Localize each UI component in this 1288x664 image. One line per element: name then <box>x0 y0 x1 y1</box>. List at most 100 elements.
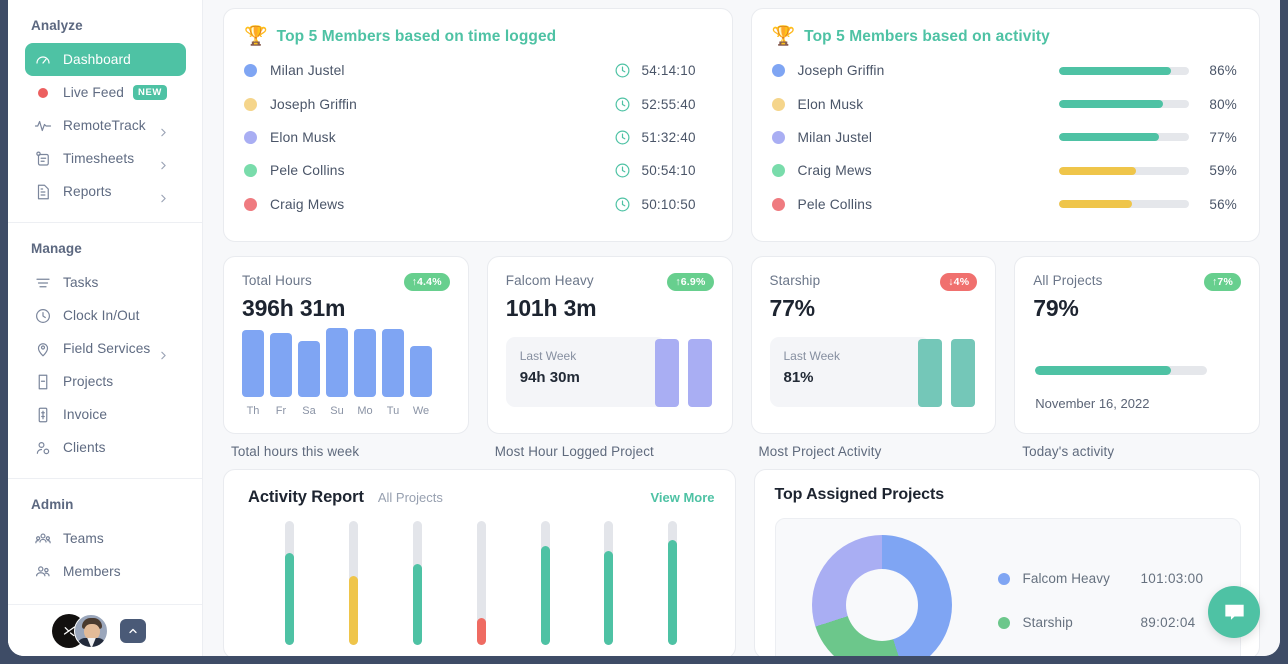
sidebar-item-label: Clock In/Out <box>63 308 140 323</box>
member-activity-list: Joseph Griffin86%Elon Musk80%Milan Juste… <box>772 54 1238 221</box>
app-window: AnalyzeDashboardLive FeedNEWRemoteTrackT… <box>8 0 1280 656</box>
sidebar: AnalyzeDashboardLive FeedNEWRemoteTrackT… <box>8 0 203 656</box>
member-time-row[interactable]: Milan Justel54:14:10 <box>244 54 710 87</box>
activity-progress-bar <box>1059 167 1189 175</box>
sidebar-item-label: Dashboard <box>63 52 131 67</box>
hours-bar-label: Su <box>326 405 348 417</box>
stat-card: Falcom Heavy↑6.9%101h 3mLast Week94h 30m <box>487 256 733 434</box>
sidebar-item-clock-in-out[interactable]: Clock In/Out <box>25 299 186 332</box>
member-activity-row[interactable]: Elon Musk80% <box>772 87 1238 120</box>
member-activity-row[interactable]: Pele Collins56% <box>772 188 1238 221</box>
sidebar-item-live-feed[interactable]: Live FeedNEW <box>25 76 186 109</box>
member-activity-row[interactable]: Craig Mews59% <box>772 154 1238 187</box>
member-color-dot <box>244 131 257 144</box>
legend-color-dot <box>998 617 1010 629</box>
member-color-dot <box>772 131 785 144</box>
member-name: Joseph Griffin <box>798 63 1060 78</box>
sidebar-footer <box>8 604 203 656</box>
teams-icon <box>33 529 53 549</box>
stat-label: Falcom Heavy <box>506 273 594 288</box>
activity-percent: 59% <box>1203 163 1237 178</box>
member-time-row[interactable]: Pele Collins50:54:10 <box>244 154 710 187</box>
sidebar-group-admin: Teams Members <box>8 522 203 588</box>
stat-card-column: Starship ↓4% 77% Last Week81% Most Project A… <box>751 256 997 459</box>
activity-report-card: Activity Report All Projects View More <box>223 469 736 656</box>
stat-card-column: Falcom Heavy↑6.9%101h 3mLast Week94h 30m… <box>487 256 733 459</box>
report-icon <box>33 182 53 202</box>
activity-progress-fill <box>1059 100 1163 108</box>
stat-card: Starship ↓4% 77% Last Week81% <box>751 256 997 434</box>
projects-icon <box>33 372 53 392</box>
sidebar-scroll-area[interactable]: AnalyzeDashboardLive FeedNEWRemoteTrackT… <box>8 0 203 612</box>
sidebar-item-clients[interactable]: Clients <box>25 431 186 464</box>
hours-bar <box>354 329 376 397</box>
activity-gauge <box>604 521 613 645</box>
member-color-dot <box>772 64 785 77</box>
stat-card-header: All Projects↑7% <box>1033 273 1241 291</box>
avatar-group[interactable] <box>52 614 108 648</box>
sidebar-item-dashboard[interactable]: Dashboard <box>25 43 186 76</box>
sidebar-item-teams[interactable]: Teams <box>25 522 186 555</box>
trend-badge: ↓4% <box>940 273 977 291</box>
activity-progress-fill <box>1059 133 1159 141</box>
all-projects-progress-fill <box>1035 366 1171 375</box>
main-content: 🏆 Top 5 Members based on time logged Mil… <box>203 0 1280 656</box>
avatar[interactable] <box>74 614 108 648</box>
member-time-row[interactable]: Craig Mews50:10:50 <box>244 188 710 221</box>
timesheet-icon <box>33 149 53 169</box>
sidebar-item-invoice[interactable]: Invoice <box>25 398 186 431</box>
twin-bar-chart <box>918 339 975 407</box>
member-activity-row[interactable]: Milan Justel77% <box>772 121 1238 154</box>
tasks-icon <box>33 273 53 293</box>
sidebar-item-remotetrack[interactable]: RemoteTrack <box>25 109 186 142</box>
chevron-up-icon[interactable] <box>120 619 146 643</box>
stat-caption: Most Hour Logged Project <box>487 444 733 459</box>
clients-icon <box>33 438 53 458</box>
stat-value: 77% <box>770 295 978 322</box>
stat-card: Total Hours↑4.4%396h 31mThFrSaSuMoTuWe <box>223 256 469 434</box>
stat-value: 396h 31m <box>242 295 450 322</box>
member-time-row[interactable]: Joseph Griffin52:55:40 <box>244 87 710 120</box>
sidebar-group-label-admin: Admin <box>8 497 203 512</box>
sidebar-item-label: Tasks <box>63 275 99 290</box>
last-week-box: Last Week81% <box>770 337 930 407</box>
trend-badge: ↑7% <box>1204 273 1241 291</box>
last-week-label: Last Week <box>784 349 916 363</box>
members-icon <box>33 562 53 582</box>
stat-label: Starship <box>770 273 821 288</box>
sidebar-item-projects[interactable]: Projects <box>25 365 186 398</box>
trend-badge: ↑6.9% <box>667 273 713 291</box>
sidebar-item-label: Teams <box>63 531 104 546</box>
member-color-dot <box>772 198 785 211</box>
activity-report-title: Activity Report <box>248 488 364 507</box>
new-badge: NEW <box>133 85 167 101</box>
sidebar-item-label: Clients <box>63 440 106 455</box>
activity-gauge-fill <box>668 540 677 645</box>
member-time-value: 54:14:10 <box>642 63 710 78</box>
hours-bar-label: Fr <box>270 405 292 417</box>
total-hours-axis-labels: ThFrSaSuMoTuWe <box>242 405 432 417</box>
sidebar-group-analyze: Dashboard Live FeedNEWRemoteTrackTimeshee… <box>8 43 203 208</box>
sidebar-item-field-services[interactable]: Field Services <box>25 332 186 365</box>
stat-caption: Today's activity <box>1014 444 1260 459</box>
activity-progress-fill <box>1059 200 1132 208</box>
sidebar-item-members[interactable]: Members <box>25 555 186 588</box>
gauge-icon <box>33 50 53 70</box>
member-time-value: 51:32:40 <box>642 130 710 145</box>
chat-bubble-icon[interactable] <box>1208 586 1260 638</box>
card-title: Top 5 Members based on activity <box>804 28 1050 46</box>
stat-caption: Most Project Activity <box>751 444 997 459</box>
sidebar-item-timesheets[interactable]: Timesheets <box>25 142 186 175</box>
activity-gauge-fill <box>349 576 358 645</box>
stat-card-header: Starship ↓4% <box>770 273 978 291</box>
activity-gauge <box>413 521 422 645</box>
view-more-link[interactable]: View More <box>650 490 714 505</box>
activity-progress-fill <box>1059 67 1171 75</box>
hours-bar <box>326 328 348 397</box>
sidebar-item-tasks[interactable]: Tasks <box>25 266 186 299</box>
member-time-row[interactable]: Elon Musk51:32:40 <box>244 121 710 154</box>
sidebar-item-reports[interactable]: Reports <box>25 175 186 208</box>
card-title: Top 5 Members based on time logged <box>277 28 557 46</box>
trophy-icon: 🏆 <box>772 27 796 46</box>
member-activity-row[interactable]: Joseph Griffin86% <box>772 54 1238 87</box>
